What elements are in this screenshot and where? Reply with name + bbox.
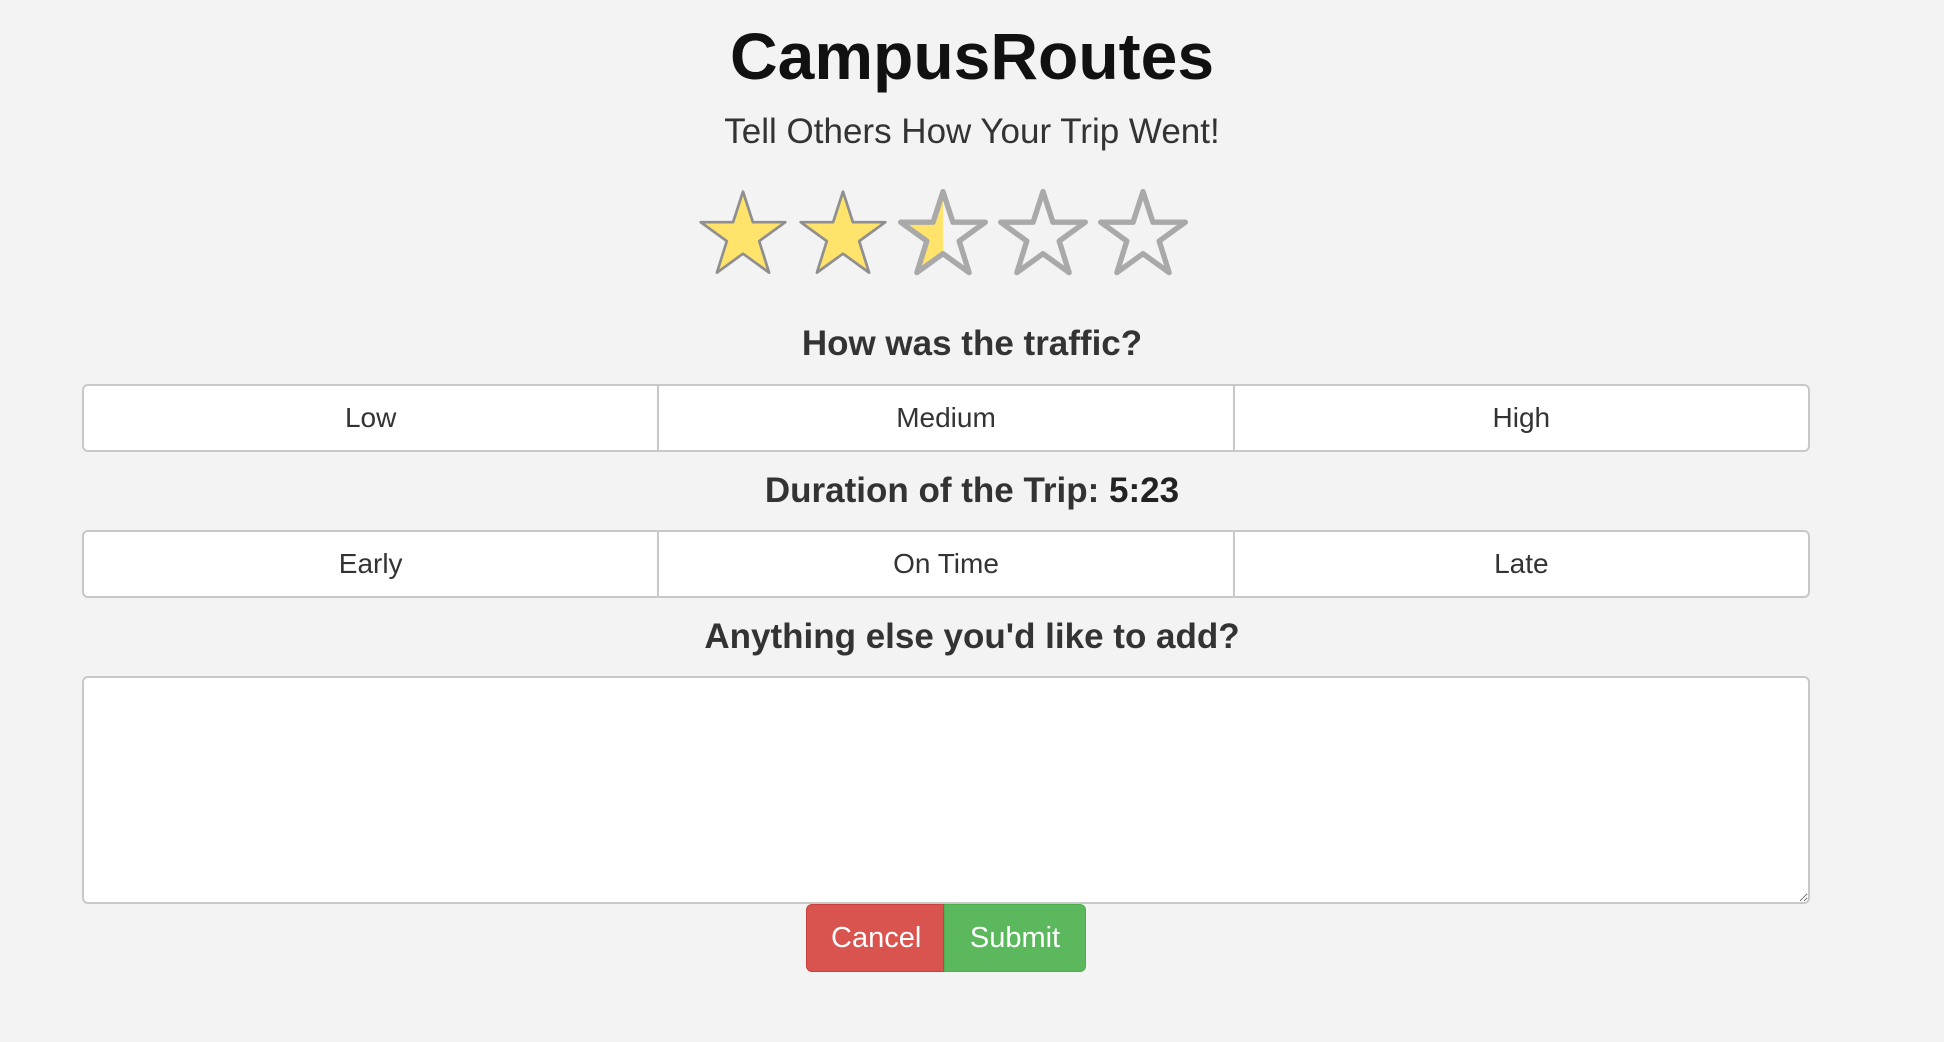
duration-heading: Duration of the Trip: 5:23 <box>0 469 1944 513</box>
traffic-low-button[interactable]: Low <box>82 384 660 452</box>
star-icon-2[interactable] <box>798 188 888 278</box>
traffic-medium-button[interactable]: Medium <box>657 384 1235 452</box>
trip-review-page: CampusRoutes Tell Others How Your Trip W… <box>0 0 1944 1042</box>
traffic-question: How was the traffic? <box>801 324 1143 363</box>
timeliness-options: Early On Time Late <box>82 530 1810 598</box>
on-time-button[interactable]: On Time <box>657 530 1235 598</box>
traffic-options: Low Medium High <box>82 384 1810 452</box>
duration-label: Duration of the Trip: <box>764 471 1100 510</box>
duration-value: 5:23 <box>1109 471 1180 510</box>
page-subtitle: Tell Others How Your Trip Went! <box>724 112 1220 151</box>
notes-question: Anything else you'd like to add? <box>704 617 1240 656</box>
form-actions: Cancel Submit <box>806 904 1086 972</box>
notes-textarea[interactable] <box>82 676 1810 904</box>
star-icon-3[interactable] <box>898 188 988 278</box>
cancel-button[interactable]: Cancel <box>806 904 944 972</box>
submit-button[interactable]: Submit <box>944 904 1086 972</box>
star-icon-5[interactable] <box>1098 188 1188 278</box>
late-button[interactable]: Late <box>1232 530 1810 598</box>
star-icon-1[interactable] <box>698 188 788 278</box>
star-icon-4[interactable] <box>998 188 1088 278</box>
app-title: CampusRoutes <box>729 19 1215 93</box>
early-button[interactable]: Early <box>82 530 660 598</box>
traffic-high-button[interactable]: High <box>1232 384 1810 452</box>
star-rating <box>698 188 1198 278</box>
